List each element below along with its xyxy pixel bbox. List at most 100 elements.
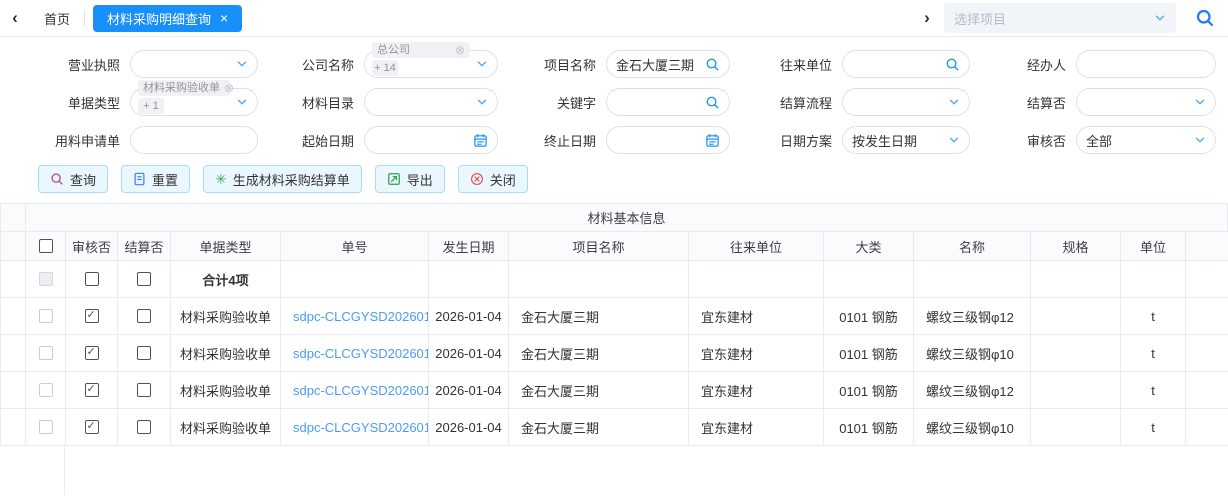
audited-checkbox[interactable] [84,272,99,286]
row-select-checkbox[interactable] [38,420,53,434]
doc-no-cell[interactable]: sdpc-CLCGYSD20260105 [281,409,429,446]
doc-no-link[interactable]: sdpc-CLCGYSD20260104 [293,346,428,361]
column-header-9: 规格 [1031,232,1121,261]
business-license-field[interactable] [130,50,258,78]
row-end-spacer [1186,335,1228,372]
settled-cell [118,372,171,409]
audited-cell [66,409,118,446]
settled-checkbox[interactable] [137,272,151,286]
column-header-7: 大类 [824,232,914,261]
global-search-icon[interactable] [1190,8,1220,28]
reset-doc-icon [133,172,146,186]
audited-checkbox[interactable] [84,308,99,323]
settled-checkbox[interactable] [137,420,151,434]
tab-material-purchase-query[interactable]: 材料采购明细查询 × [93,4,243,32]
export-button[interactable]: 导出 [374,165,445,193]
search-icon[interactable] [705,95,720,110]
keyword-field[interactable] [606,88,730,116]
summary-total-label: 合计4项 [171,261,281,298]
calendar-icon[interactable] [705,133,720,148]
table-body: 合计4项材料采购验收单sdpc-CLCGYSD202601042026-01-0… [1,261,1228,446]
doc-no-cell[interactable]: sdpc-CLCGYSD20260105 [281,372,429,409]
spec-cell [1031,372,1121,409]
doc-type-tag[interactable]: 材料采购验收单 ⊗ [138,80,234,96]
tabs-scroll-left-icon[interactable]: ‹ [0,8,30,28]
company-name-tag[interactable]: 总公司 ⊗ [372,42,470,58]
settled-checkbox[interactable] [137,383,151,397]
company-name-label: 公司名称 [301,57,354,73]
results-table: 材料基本信息 审核否 结算否 单据类型 单号 发生日期 项目名称 往来单位 大类 名称 规格 单位 … [0,203,1228,446]
generate-settlement-button[interactable]: ✳ 生成材料采购结算单 [203,165,362,193]
project-cell: 金石大厦三期 [509,298,689,335]
partner-cell: 宜东建材 [689,409,824,446]
audited-checkbox[interactable] [84,345,99,360]
company-name-field[interactable]: 总公司 ⊗ + 14 [364,42,498,78]
doc-no-link[interactable]: sdpc-CLCGYSD20260105 [293,383,428,398]
table-row: 材料采购验收单 sdpc-CLCGYSD202601042026-01-04金石大… [1,335,1228,372]
remove-tag-icon[interactable]: ⊗ [224,80,234,96]
settled-cell [118,409,171,446]
material-request-field[interactable] [130,126,258,154]
table-group-header-row: 材料基本信息 [1,204,1228,232]
handler-field[interactable] [1076,50,1216,78]
chevron-down-icon [1194,96,1206,108]
row-select-checkbox[interactable] [38,383,53,397]
close-button[interactable]: 关闭 [457,165,528,193]
start-date-label: 起始日期 [301,133,354,149]
column-header-4: 发生日期 [429,232,509,261]
doc-no-link[interactable]: sdpc-CLCGYSD20260105 [293,420,428,435]
date-scheme-field[interactable]: 按发生日期 [842,126,970,154]
calendar-icon[interactable] [473,133,488,148]
column-header-0: 审核否 [66,232,118,261]
keyword-label: 关键字 [556,95,596,111]
audited-checkbox[interactable] [84,419,99,434]
project-select[interactable]: 选择项目 [944,3,1176,33]
tabs-scroll-right-icon[interactable]: › [910,8,944,28]
select-all-checkbox[interactable] [38,239,53,253]
remove-tag-icon[interactable]: ⊗ [455,42,465,58]
project-name-value: 金石大厦三期 [616,57,695,73]
settled-flag-field[interactable] [1076,88,1216,116]
doc-no-cell[interactable]: sdpc-CLCGYSD20260104 [281,298,429,335]
doc-type-field[interactable]: 材料采购验收单 ⊗ + 1 [130,80,258,116]
end-date-field[interactable] [606,126,730,154]
generate-settlement-button-label: 生成材料采购结算单 [232,172,350,188]
summary-empty-cell [689,261,824,298]
export-icon [387,172,401,186]
doc-no-cell[interactable]: sdpc-CLCGYSD20260104 [281,335,429,372]
doc-no-link[interactable]: sdpc-CLCGYSD20260104 [293,309,428,324]
spec-cell [1031,298,1121,335]
audited-cell [66,298,118,335]
row-select-cell[interactable] [26,298,66,335]
tab-close-icon[interactable]: × [220,11,228,25]
tab-bar: ‹ 首页 材料采购明细查询 × › 选择项目 [0,0,1228,37]
reset-button-label: 重置 [152,172,179,188]
search-icon[interactable] [705,57,720,72]
business-license-label: 营业执照 [67,57,120,73]
company-name-more-count: + 14 [372,60,398,76]
settlement-process-label: 结算流程 [779,95,832,111]
row-select-cell[interactable] [26,409,66,446]
select-all-cell[interactable] [26,232,66,261]
search-icon[interactable] [945,57,960,72]
row-select-checkbox[interactable] [38,309,53,323]
audited-checkbox[interactable] [84,382,99,397]
query-button[interactable]: 查询 [38,165,109,193]
row-select-checkbox[interactable] [38,346,53,360]
material-catalog-field[interactable] [364,88,498,116]
tab-label: 材料采购明细查询 [107,11,212,27]
reset-button[interactable]: 重置 [121,165,191,193]
partner-unit-field[interactable] [842,50,970,78]
settled-checkbox[interactable] [137,346,151,360]
row-select-cell[interactable] [26,372,66,409]
settled-checkbox[interactable] [137,309,151,323]
project-name-field[interactable]: 金石大厦三期 [606,50,730,78]
summary-settled-cell [118,261,171,298]
project-name-label: 项目名称 [543,57,596,73]
tab-home[interactable]: 首页 [30,9,84,28]
settlement-process-field[interactable] [842,88,970,116]
unit-cell: t [1121,372,1186,409]
row-select-cell[interactable] [26,335,66,372]
audited-flag-field[interactable]: 全部 [1076,126,1216,154]
start-date-field[interactable] [364,126,498,154]
